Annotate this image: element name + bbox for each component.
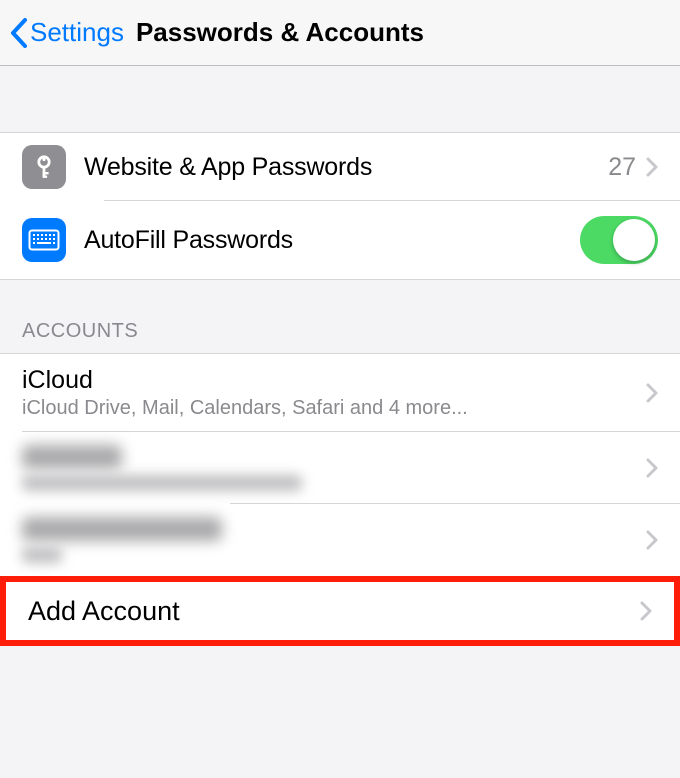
add-account-label: Add Account [28, 596, 640, 627]
chevron-left-icon [10, 18, 28, 48]
add-account-row[interactable]: Add Account [0, 576, 680, 646]
account-title: iCloud [22, 366, 646, 395]
account-subtitle: iCloud Drive, Mail, Calendars, Safari an… [22, 397, 646, 420]
chevron-right-icon [646, 383, 658, 403]
account-text [22, 445, 646, 491]
redacted-title [22, 517, 222, 541]
website-app-passwords-row[interactable]: Website & App Passwords 27 [0, 133, 680, 201]
navigation-bar: Settings Passwords & Accounts [0, 0, 680, 66]
page-title: Passwords & Accounts [136, 17, 424, 48]
key-icon [22, 145, 66, 189]
row-label: Website & App Passwords [84, 153, 608, 182]
accounts-header: ACCOUNTS [0, 280, 680, 353]
spacer [0, 66, 680, 132]
toggle-knob [613, 219, 655, 261]
password-count: 27 [608, 153, 636, 182]
redacted-subtitle [22, 547, 62, 563]
account-row-icloud[interactable]: iCloud iCloud Drive, Mail, Calendars, Sa… [0, 354, 680, 432]
chevron-right-icon [640, 601, 652, 621]
account-row-redacted[interactable] [0, 504, 680, 576]
passwords-group: Website & App Passwords 27 AutoFill Pass… [0, 132, 680, 280]
back-label: Settings [30, 17, 124, 48]
chevron-right-icon [646, 530, 658, 550]
chevron-right-icon [646, 458, 658, 478]
row-label: AutoFill Passwords [84, 226, 580, 255]
accounts-group: iCloud iCloud Drive, Mail, Calendars, Sa… [0, 353, 680, 646]
autofill-passwords-row: AutoFill Passwords [0, 201, 680, 279]
keyboard-icon [22, 218, 66, 262]
autofill-toggle[interactable] [580, 216, 658, 264]
account-row-redacted[interactable] [0, 432, 680, 504]
account-text [22, 517, 646, 563]
back-button[interactable]: Settings [10, 17, 124, 48]
redacted-title [22, 445, 122, 469]
account-text: iCloud iCloud Drive, Mail, Calendars, Sa… [22, 366, 646, 420]
chevron-right-icon [646, 157, 658, 177]
redacted-subtitle [22, 475, 302, 491]
